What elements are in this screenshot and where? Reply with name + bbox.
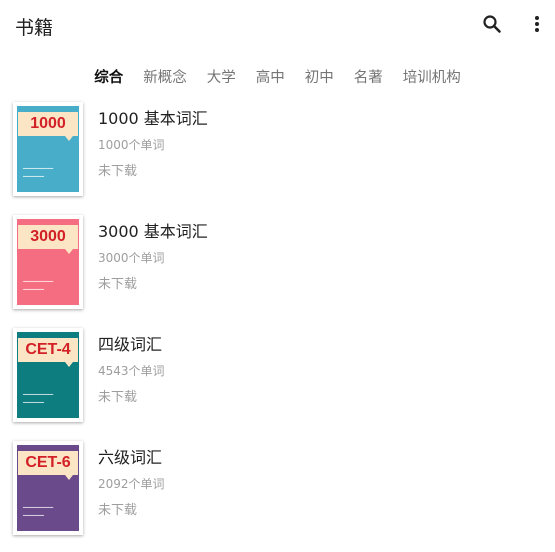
- book-name: 四级词汇: [98, 335, 163, 354]
- download-status: 未下载: [98, 164, 138, 179]
- tab-university[interactable]: 大学: [207, 66, 236, 87]
- cover-label: CET-4: [25, 341, 71, 358]
- tab-new-concept[interactable]: 新概念: [143, 66, 187, 87]
- download-status: 未下载: [98, 390, 138, 405]
- word-count: 2092个单词: [98, 477, 165, 491]
- book-name: 六级词汇: [98, 448, 163, 467]
- cover-label: 1000: [30, 115, 66, 132]
- book-list: 1000 ━━━━━━━━━━ ━━━━━━━ 1000 基本词汇 1000个单…: [0, 100, 555, 552]
- page-title: 书籍: [15, 17, 54, 39]
- tab-training[interactable]: 培训机构: [403, 66, 461, 87]
- more-vert-icon: [535, 16, 539, 32]
- book-cover: CET-4 ━━━━━━━━━━ ━━━━━━━: [13, 328, 83, 422]
- book-name: 1000 基本词汇: [98, 109, 208, 128]
- book-cover: 3000 ━━━━━━━━━━ ━━━━━━━: [13, 215, 83, 309]
- book-cover: CET-6 ━━━━━━━━━━ ━━━━━━━: [13, 441, 83, 535]
- word-count: 4543个单词: [98, 364, 165, 378]
- search-icon: [483, 15, 501, 33]
- book-item[interactable]: 1000 ━━━━━━━━━━ ━━━━━━━ 1000 基本词汇 1000个单…: [0, 100, 555, 213]
- word-count: 1000个单词: [98, 138, 165, 152]
- download-status: 未下载: [98, 503, 138, 518]
- tab-classics[interactable]: 名著: [354, 66, 383, 87]
- more-options-button[interactable]: [525, 12, 549, 36]
- book-cover: 1000 ━━━━━━━━━━ ━━━━━━━: [13, 102, 83, 196]
- cover-label: 3000: [30, 228, 66, 245]
- app-bar: 书籍: [0, 0, 555, 50]
- category-tabs: 综合 新概念 大学 高中 初中 名著 培训机构: [0, 62, 555, 90]
- tab-high-school[interactable]: 高中: [256, 66, 285, 87]
- search-button[interactable]: [480, 12, 504, 36]
- book-name: 3000 基本词汇: [98, 222, 208, 241]
- tab-comprehensive[interactable]: 综合: [94, 66, 123, 87]
- cover-label: CET-6: [25, 454, 71, 471]
- book-item[interactable]: CET-4 ━━━━━━━━━━ ━━━━━━━ 四级词汇 4543个单词 未下…: [0, 326, 555, 439]
- word-count: 3000个单词: [98, 251, 165, 265]
- tab-middle-school[interactable]: 初中: [305, 66, 334, 87]
- download-status: 未下载: [98, 277, 138, 292]
- book-item[interactable]: 3000 ━━━━━━━━━━ ━━━━━━━ 3000 基本词汇 3000个单…: [0, 213, 555, 326]
- book-item[interactable]: CET-6 ━━━━━━━━━━ ━━━━━━━ 六级词汇 2092个单词 未下…: [0, 439, 555, 552]
